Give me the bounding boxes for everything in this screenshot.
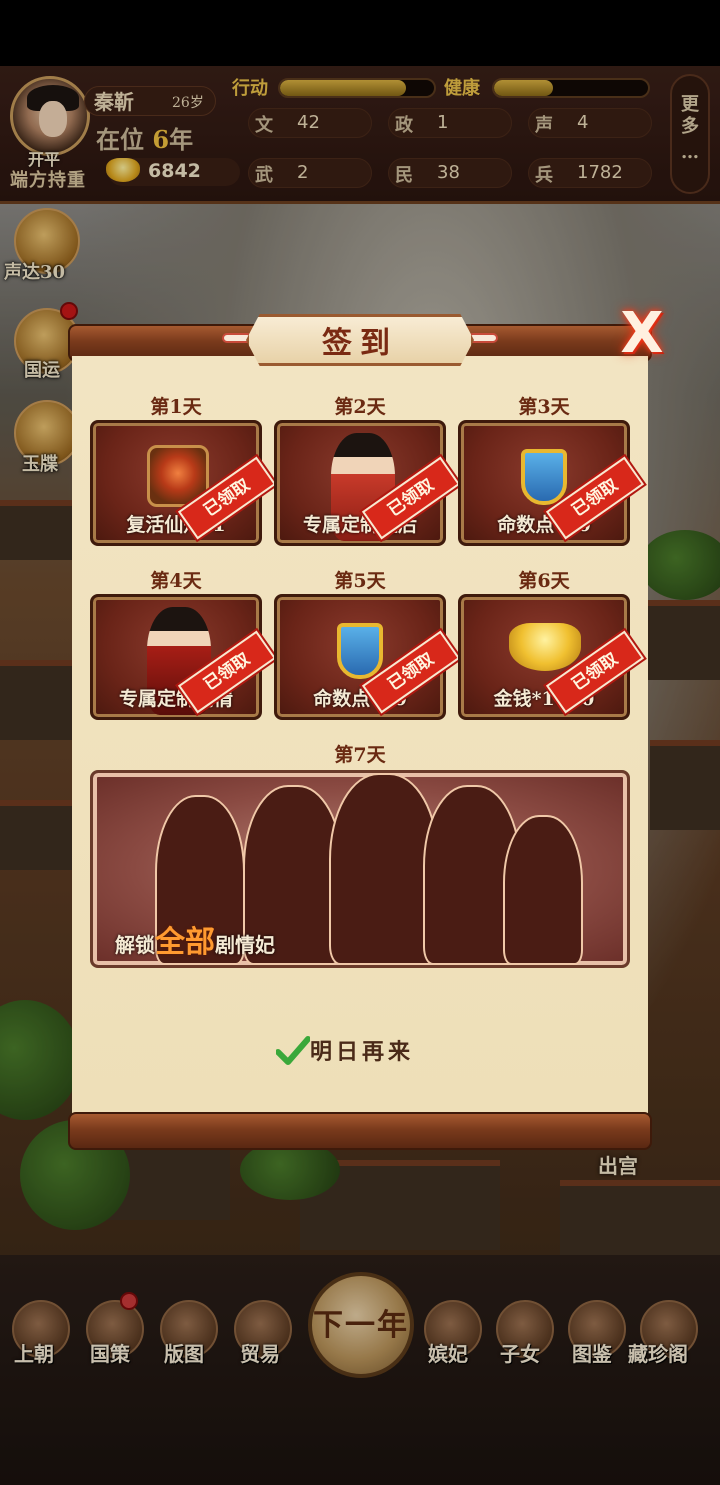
day-2-label: 第2天	[334, 396, 386, 418]
day-5-reward: 命数点*10	[313, 688, 407, 710]
day-6-card[interactable]: 金钱*1000 已领取	[458, 594, 645, 720]
day-6-reward: 金钱*1000	[493, 688, 595, 710]
day-2-card[interactable]: 专属定制皇后 已领取	[274, 420, 461, 546]
fate-point-shield-icon	[337, 623, 383, 679]
fate-point-shield-icon	[521, 449, 567, 505]
day-5-card[interactable]: 命数点*10 已领取	[274, 594, 461, 720]
day-4-card[interactable]: 专属定制剧情 已领取	[90, 594, 277, 720]
close-icon[interactable]: X	[614, 304, 670, 364]
day-5-label: 第5天	[334, 570, 386, 592]
day-4-label: 第4天	[150, 570, 202, 592]
day-7-label: 第7天	[334, 744, 386, 766]
day-3-label: 第3天	[518, 396, 570, 418]
day-1-label: 第1天	[150, 396, 202, 418]
day-3-reward: 命数点*10	[497, 514, 591, 536]
day-7-reward: 解锁全部剧情妃	[115, 925, 275, 960]
day-1-reward: 复活仙丹*1	[126, 514, 226, 536]
come-back-tomorrow: 明日再来	[310, 1039, 415, 1065]
day-4-reward: 专属定制剧情	[118, 688, 233, 710]
checkmark-icon	[276, 1036, 310, 1065]
day-3-card[interactable]: 命数点*10 已领取	[458, 420, 645, 546]
gold-ingot-icon	[509, 623, 581, 671]
scroll-bottom-rod	[68, 1112, 652, 1150]
modal-title: 签到	[322, 326, 398, 361]
day-1-card[interactable]: 复活仙丹*1 已领取	[90, 420, 277, 546]
day-6-label: 第6天	[518, 570, 570, 592]
day-7-card[interactable]: 解锁全部剧情妃	[90, 770, 630, 968]
day-2-reward: 专属定制皇后	[302, 514, 417, 536]
consort-silhouette	[503, 815, 583, 965]
